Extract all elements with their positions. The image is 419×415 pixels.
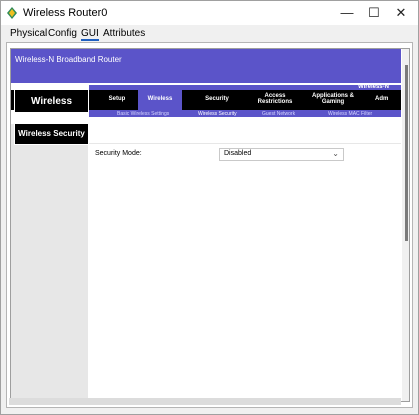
submenu-wireless-mac-filter[interactable]: Wireless MAC Filter — [328, 111, 372, 117]
router-banner-title: Wireless-N Broadband Router — [15, 55, 122, 64]
router-web-page: Wireless-N Broadband Router Wireless-N W… — [10, 48, 410, 402]
section-label-box: Wireless — [14, 89, 89, 113]
subsection-title: Wireless Security — [18, 129, 85, 138]
window-title: Wireless Router0 — [23, 7, 108, 19]
tab-attributes[interactable]: Attributes — [103, 28, 145, 39]
left-column — [11, 124, 88, 401]
menu-administration[interactable]: Adm — [375, 96, 405, 102]
security-mode-select[interactable]: Disabled ⌄ — [219, 148, 344, 161]
minimize-button[interactable]: — — [332, 1, 362, 25]
submenu-guest-network[interactable]: Guest Network — [262, 111, 295, 117]
menu-access-restrictions[interactable]: Access Restrictions — [251, 93, 299, 105]
tab-config[interactable]: Config — [48, 28, 77, 39]
title-bar: Wireless Router0 — ☐ ✕ — [1, 1, 418, 25]
packet-tracer-app-icon — [7, 7, 17, 19]
close-button[interactable]: ✕ — [386, 1, 416, 25]
menu-applications-gaming[interactable]: Applications & Gaming — [307, 93, 359, 105]
tab-bar: Physical Config GUI Attributes — [1, 25, 418, 43]
menu-security[interactable]: Security — [194, 96, 240, 102]
application-window: Wireless Router0 — ☐ ✕ Physical Config G… — [0, 0, 419, 415]
submenu-wireless-security[interactable]: Wireless Security — [198, 111, 237, 117]
chevron-down-icon: ⌄ — [332, 149, 339, 158]
vertical-scrollbar-thumb[interactable] — [405, 65, 408, 241]
router-banner: Wireless-N Broadband Router — [11, 49, 401, 83]
gui-tab-panel: Wireless-N Broadband Router Wireless-N W… — [6, 42, 413, 408]
security-mode-value: Disabled — [224, 150, 252, 157]
section-label: Wireless — [30, 96, 73, 107]
tab-gui[interactable]: GUI — [81, 28, 99, 41]
section-divider — [89, 143, 401, 144]
menu-wireless[interactable]: Wireless — [140, 96, 180, 102]
subsection-header-box: Wireless Security — [14, 123, 89, 145]
submenu-basic-wireless-settings[interactable]: Basic Wireless Settings — [117, 111, 169, 117]
menu-setup[interactable]: Setup — [97, 96, 137, 102]
horizontal-scrollbar[interactable] — [9, 398, 401, 405]
tab-physical[interactable]: Physical — [10, 28, 47, 39]
security-mode-label: Security Mode: — [95, 150, 142, 157]
maximize-button[interactable]: ☐ — [359, 1, 389, 25]
